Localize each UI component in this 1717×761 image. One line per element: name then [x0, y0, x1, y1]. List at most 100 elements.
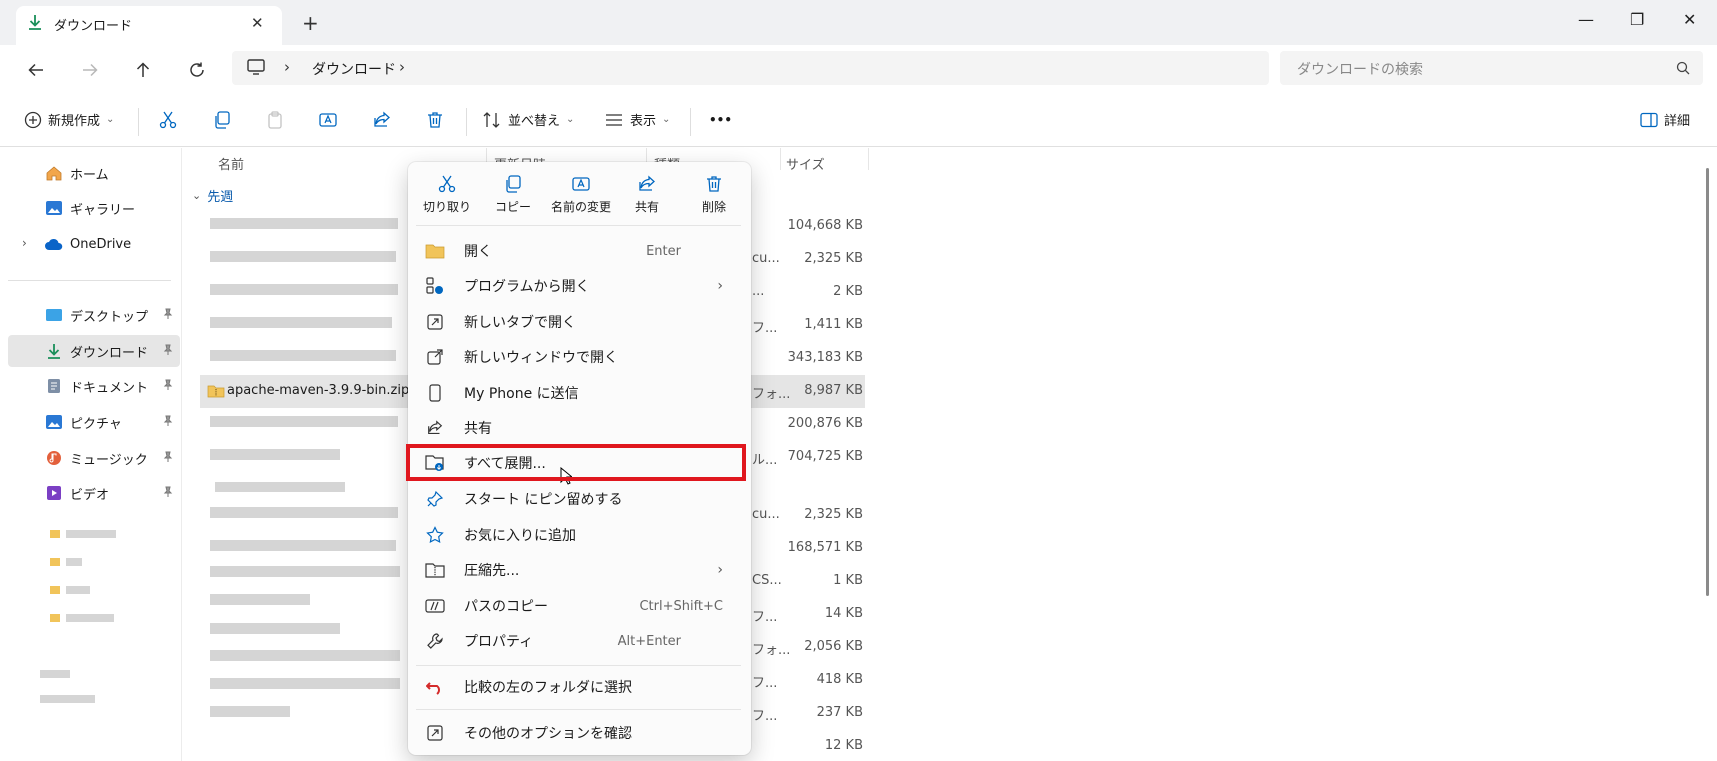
download-icon — [27, 14, 43, 30]
pin-icon[interactable] — [162, 486, 174, 498]
close-tab-icon[interactable]: ✕ — [251, 14, 264, 32]
restore-button[interactable]: ❐ — [1630, 10, 1644, 29]
back-button[interactable] — [24, 58, 48, 82]
more-options-button[interactable]: ••• — [709, 113, 732, 127]
menu-item-select-left-compare[interactable]: 比較の左のフォルダに選択 — [416, 670, 741, 704]
sort-button[interactable]: 並べ替え ⌄ — [482, 110, 574, 129]
close-window-button[interactable]: ✕ — [1683, 10, 1696, 29]
redacted-file-name[interactable] — [210, 284, 398, 295]
menu-item-pin-to-start[interactable]: スタート にピン留めする — [416, 482, 741, 516]
redacted-item[interactable] — [40, 670, 70, 678]
redacted-file-name[interactable] — [210, 416, 398, 427]
redacted-folder[interactable] — [66, 558, 82, 566]
minimize-button[interactable]: — — [1578, 10, 1594, 29]
breadcrumb-downloads[interactable]: ダウンロード — [312, 59, 396, 79]
column-divider[interactable] — [780, 148, 781, 170]
menu-item-open-new-window[interactable]: 新しいウィンドウで開く — [416, 340, 741, 374]
redacted-file-name[interactable] — [210, 623, 340, 634]
sidebar-item-onedrive[interactable]: OneDrive — [8, 228, 180, 260]
forward-button[interactable] — [78, 58, 102, 82]
paste-icon — [268, 111, 282, 129]
redacted-file-name[interactable] — [210, 678, 400, 689]
chevron-right-icon: › — [717, 278, 723, 294]
redacted-file-name[interactable] — [210, 566, 400, 577]
redacted-folder[interactable] — [66, 614, 114, 622]
redacted-file-name[interactable] — [210, 540, 396, 551]
view-button[interactable]: 表示 ⌄ — [604, 110, 670, 129]
column-divider[interactable] — [868, 148, 869, 170]
copy-button[interactable] — [212, 110, 232, 130]
redacted-file-name[interactable] — [210, 350, 396, 361]
column-header-size[interactable]: サイズ — [786, 154, 825, 173]
menu-item-compress-to[interactable]: 圧縮先... › — [416, 553, 741, 587]
pin-icon[interactable] — [162, 415, 174, 427]
sidebar-item-desktop[interactable]: デスクトップ — [8, 299, 180, 331]
menu-item-open-with[interactable]: プログラムから開く › — [416, 269, 741, 303]
menu-item-share[interactable]: 共有 — [416, 411, 741, 445]
share-icon — [374, 111, 390, 127]
menu-item-add-favorite[interactable]: お気に入りに追加 — [416, 518, 741, 552]
redacted-item[interactable] — [40, 695, 95, 703]
cut-action[interactable]: 切り取り — [417, 174, 477, 215]
sidebar-item-documents[interactable]: ドキュメント — [8, 370, 180, 402]
up-button[interactable] — [131, 58, 155, 82]
copy-action[interactable]: コピー — [483, 174, 543, 215]
menu-item-open[interactable]: 開く Enter — [416, 234, 741, 268]
redacted-file-name[interactable] — [210, 449, 340, 460]
redacted-file-name[interactable] — [210, 594, 310, 605]
breadcrumb-separator[interactable]: › — [284, 58, 290, 76]
delete-button[interactable] — [425, 110, 445, 130]
redacted-file-name[interactable] — [210, 251, 396, 262]
redacted-folder[interactable] — [66, 530, 116, 538]
refresh-button[interactable] — [185, 58, 209, 82]
sidebar-item-pictures[interactable]: ピクチャ — [8, 406, 180, 438]
menu-item-copy-path[interactable]: パスのコピー Ctrl+Shift+C — [416, 589, 741, 623]
pin-icon[interactable] — [162, 344, 174, 356]
redacted-file-name[interactable] — [210, 218, 398, 229]
vertical-scrollbar[interactable] — [1706, 168, 1709, 596]
share-icon — [424, 419, 446, 437]
menu-item-open-new-tab[interactable]: 新しいタブで開く — [416, 305, 741, 339]
group-header-last-week[interactable]: ⌄ 先週 — [192, 186, 233, 205]
share-button[interactable] — [372, 110, 392, 130]
new-button[interactable]: 新規作成 ⌄ — [24, 110, 114, 129]
undo-arrow-icon — [424, 679, 446, 695]
menu-item-label: プロパティ — [464, 634, 534, 650]
column-header-name[interactable]: 名前 — [218, 154, 244, 173]
new-tab-button[interactable]: + — [302, 11, 319, 35]
pin-icon[interactable] — [162, 308, 174, 320]
sidebar-item-label: ダウンロード — [70, 345, 149, 361]
sidebar-item-gallery[interactable]: ギャラリー — [8, 192, 180, 224]
sidebar-item-videos[interactable]: ビデオ — [8, 477, 180, 509]
redacted-folder[interactable] — [66, 586, 90, 594]
pin-icon[interactable] — [162, 379, 174, 391]
cut-button[interactable] — [158, 110, 178, 130]
share-action[interactable]: 共有 — [617, 174, 677, 215]
redacted-file-name[interactable] — [210, 650, 400, 661]
selected-file-name[interactable]: apache-maven-3.9.9-bin.zip — [227, 383, 409, 398]
menu-item-send-to-phone[interactable]: My Phone に送信 — [416, 376, 741, 410]
copy-label: コピー — [494, 200, 531, 214]
menu-item-more-options[interactable]: その他のオプションを確認 — [416, 716, 741, 750]
redacted-file-name[interactable] — [210, 706, 290, 717]
sidebar-item-downloads[interactable]: ダウンロード — [8, 335, 180, 367]
redacted-file-name[interactable] — [210, 507, 398, 518]
breadcrumb-separator[interactable]: › — [399, 58, 405, 76]
sidebar-item-home[interactable]: ホーム — [8, 157, 180, 189]
paste-button[interactable] — [265, 110, 285, 130]
menu-item-properties[interactable]: プロパティ Alt+Enter — [416, 624, 741, 658]
sidebar-item-music[interactable]: ミュージック — [8, 442, 180, 474]
delete-action[interactable]: 削除 — [684, 174, 744, 215]
search-icon[interactable] — [1676, 61, 1690, 75]
copy-icon — [215, 111, 230, 129]
redacted-file-name[interactable] — [215, 482, 345, 492]
details-button[interactable]: 詳細 — [1640, 110, 1690, 129]
arrow-right-icon — [83, 63, 98, 77]
this-pc-icon[interactable] — [246, 58, 266, 76]
redacted-file-name[interactable] — [210, 317, 392, 328]
divider — [690, 108, 691, 136]
music-icon — [44, 449, 64, 467]
pin-icon[interactable] — [162, 451, 174, 463]
rename-button[interactable] — [318, 110, 338, 130]
rename-action[interactable]: 名前の変更 — [543, 174, 619, 215]
